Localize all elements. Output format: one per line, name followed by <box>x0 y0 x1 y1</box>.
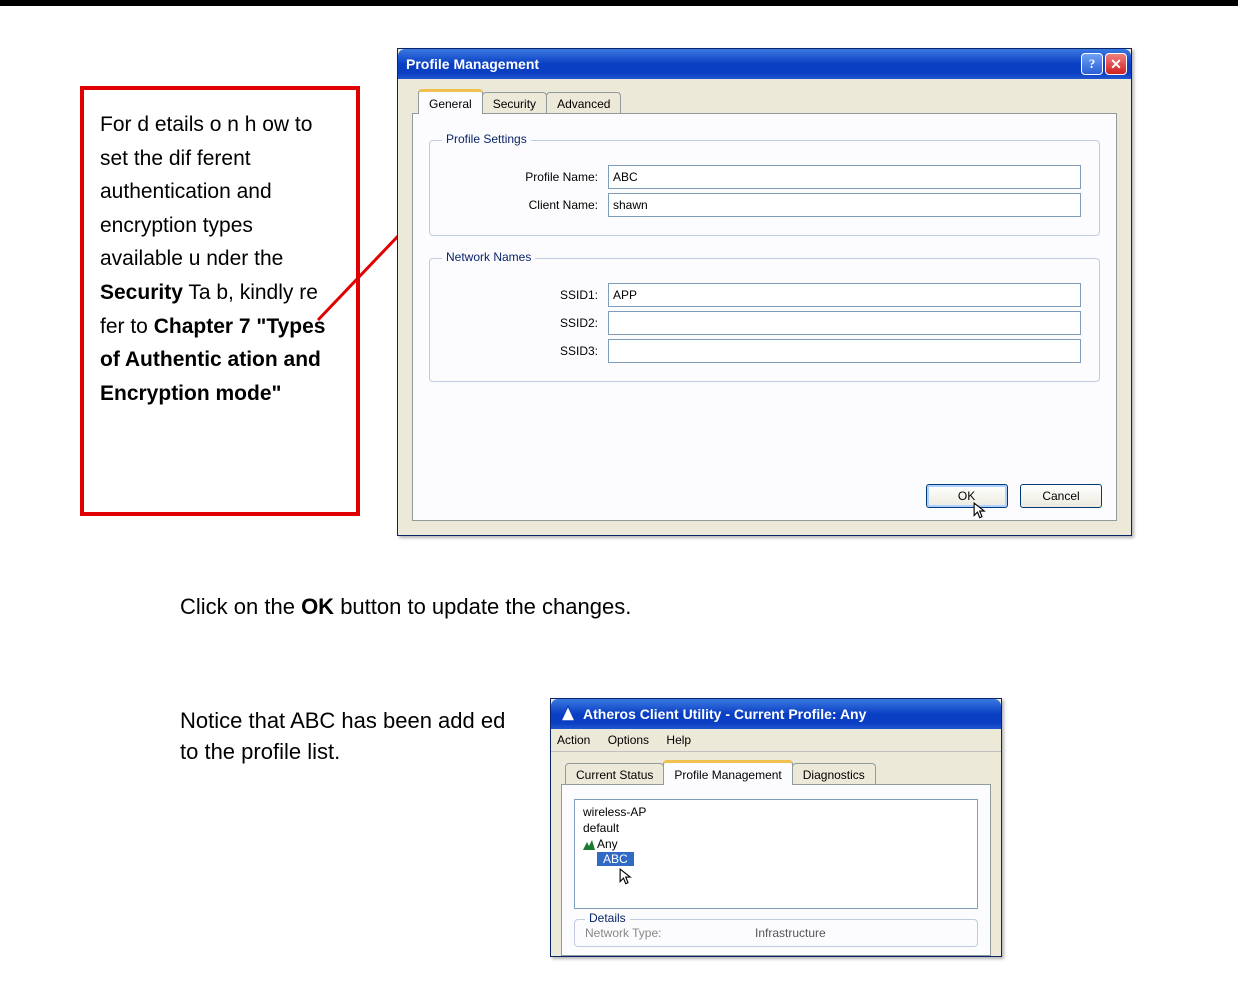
details-legend: Details <box>585 911 630 925</box>
callout-box: For d etails o n h ow to set the dif fer… <box>80 86 360 516</box>
network-icon <box>583 839 595 849</box>
tabsheet-general: Profile Settings Profile Name: Client Na… <box>412 113 1117 521</box>
group-network-legend: Network Names <box>442 250 535 264</box>
ssid1-input[interactable] <box>608 283 1081 307</box>
profile-listbox[interactable]: wireless-AP default Any ABC <box>574 799 978 909</box>
util-title: Atheros Client Utility - Current Profile… <box>583 706 997 722</box>
util-tabsheet: wireless-AP default Any ABC <box>561 784 991 956</box>
ssid2-input[interactable] <box>608 311 1081 335</box>
tab-general[interactable]: General <box>418 89 483 114</box>
util-menubar: Action Options Help <box>551 729 1001 752</box>
details-value: Infrastructure <box>755 926 826 940</box>
ok-button[interactable]: OK <box>926 484 1008 508</box>
ssid1-label: SSID1: <box>448 288 608 302</box>
profile-name-input[interactable] <box>608 165 1081 189</box>
dialog-tabs: General Security Advanced <box>418 89 1117 113</box>
ssid3-label: SSID3: <box>448 344 608 358</box>
group-network-names: Network Names SSID1: SSID2: SSID3: <box>429 258 1100 382</box>
list-item[interactable]: wireless-AP <box>581 804 971 820</box>
callout-text-a: For d etails o n h ow to set the dif fer… <box>100 113 312 270</box>
tab-security[interactable]: Security <box>482 92 547 114</box>
menu-options[interactable]: Options <box>608 733 649 747</box>
group-profile-settings: Profile Settings Profile Name: Client Na… <box>429 140 1100 236</box>
dialog-title: Profile Management <box>406 56 1079 72</box>
tab-advanced[interactable]: Advanced <box>546 92 621 114</box>
help-icon: ? <box>1089 56 1096 72</box>
document-page: For d etails o n h ow to set the dif fer… <box>0 6 1238 988</box>
menu-action[interactable]: Action <box>557 733 590 747</box>
list-item-label: Any <box>597 837 618 851</box>
help-button[interactable]: ? <box>1081 53 1103 75</box>
dialog-titlebar[interactable]: Profile Management ? ✕ <box>398 49 1131 79</box>
close-icon: ✕ <box>1110 56 1122 73</box>
tab-diagnostics[interactable]: Diagnostics <box>792 763 876 785</box>
paragraph-notice-abc: Notice that ABC has been add ed to the p… <box>180 706 520 768</box>
paragraph-click-ok: Click on the OK button to update the cha… <box>180 594 631 620</box>
callout-bold-security: Security <box>100 281 183 304</box>
list-item[interactable]: default <box>581 820 971 836</box>
group-profile-legend: Profile Settings <box>442 132 531 146</box>
para1-b: OK <box>301 594 334 619</box>
close-button[interactable]: ✕ <box>1105 53 1127 75</box>
ssid3-input[interactable] <box>608 339 1081 363</box>
ssid2-label: SSID2: <box>448 316 608 330</box>
details-key: Network Type: <box>585 926 755 940</box>
client-name-label: Client Name: <box>448 198 608 212</box>
list-item-selected[interactable]: ABC <box>597 852 634 866</box>
util-titlebar[interactable]: Atheros Client Utility - Current Profile… <box>551 699 1001 729</box>
util-tabs: Current Status Profile Management Diagno… <box>565 760 991 784</box>
list-item[interactable]: Any <box>581 836 971 852</box>
tab-profile-management[interactable]: Profile Management <box>663 760 792 785</box>
details-groupbox: Details Network Type: Infrastructure <box>574 919 978 947</box>
para1-a: Click on the <box>180 594 301 619</box>
profile-name-label: Profile Name: <box>448 170 608 184</box>
atheros-logo-icon <box>559 705 577 723</box>
cursor-icon <box>619 868 637 886</box>
cancel-button[interactable]: Cancel <box>1020 484 1102 508</box>
profile-management-dialog: Profile Management ? ✕ General Security … <box>397 48 1132 536</box>
menu-help[interactable]: Help <box>666 733 691 747</box>
atheros-utility-window: Atheros Client Utility - Current Profile… <box>550 698 1002 957</box>
tab-current-status[interactable]: Current Status <box>565 763 664 785</box>
client-name-input[interactable] <box>608 193 1081 217</box>
para1-c: button to update the changes. <box>340 594 631 619</box>
